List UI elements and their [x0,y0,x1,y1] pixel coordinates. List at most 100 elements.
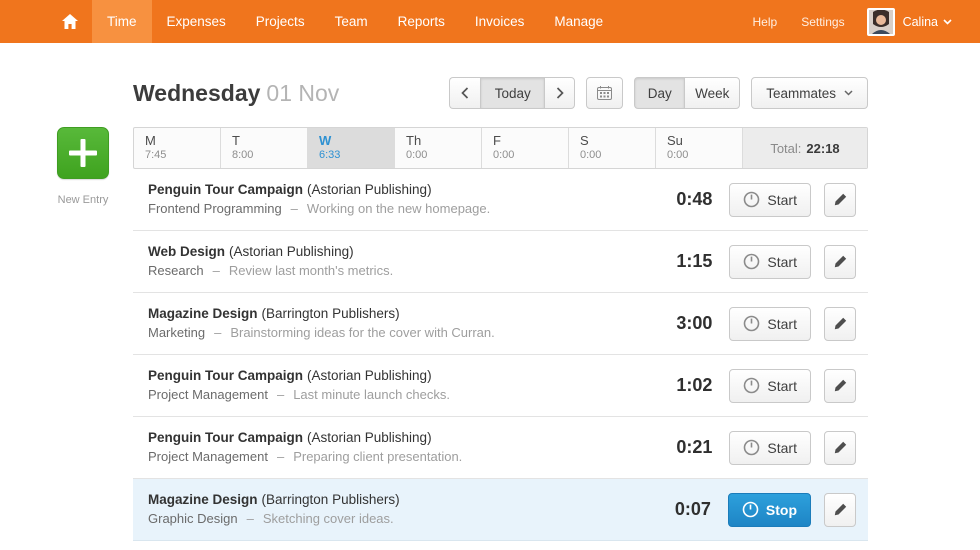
edit-entry-button[interactable] [824,306,856,341]
entry-task: Graphic Design [148,511,238,526]
day-tab-thursday[interactable]: Th 0:00 [395,128,482,168]
timer-icon [742,501,759,518]
pencil-icon [834,441,847,454]
entry-duration: 3:00 [676,313,713,333]
week-total: Total: 22:18 [743,128,867,168]
day-tab-saturday[interactable]: S 0:00 [569,128,656,168]
user-avatar[interactable] [866,7,895,36]
time-entry-row: Magazine Design (Barrington Publishers) M… [133,293,868,355]
entry-duration: 1:02 [676,375,713,395]
week-toggle-button[interactable]: Week [684,77,741,109]
nav-item-reports[interactable]: Reports [383,0,460,43]
day-letter: Th [406,133,422,148]
edit-entry-button[interactable] [824,368,856,403]
pencil-icon [834,193,847,206]
day-week-toggle: Day Week [634,77,741,109]
new-entry-button[interactable] [57,127,109,179]
nav-item-expenses[interactable]: Expenses [152,0,241,43]
start-label: Start [767,253,797,270]
user-menu[interactable]: Calina [903,15,952,29]
time-entry-row: Penguin Tour Campaign (Astorian Publishin… [133,169,868,231]
teammates-label: Teammates [766,85,836,101]
edit-entry-button[interactable] [824,182,856,217]
start-timer-button[interactable]: Start [729,182,811,217]
entry-separator: – [276,449,285,464]
time-entry-row: Penguin Tour Campaign (Astorian Publishin… [133,355,868,417]
entry-notes: Review last month's metrics. [228,263,394,278]
day-tab-wednesday[interactable]: W 6:33 [308,128,395,168]
timer-icon [743,253,760,270]
day-total: 0:00 [580,149,602,161]
nav-item-manage[interactable]: Manage [539,0,618,43]
edit-entry-button[interactable] [824,492,856,527]
day-letter: S [580,133,589,148]
entry-notes: Preparing client presentation. [293,449,463,464]
today-button[interactable]: Today [480,77,545,109]
edit-entry-button[interactable] [824,430,856,465]
start-timer-button[interactable]: Start [729,368,811,403]
time-entry-row: Penguin Tour Campaign (Astorian Publishin… [133,417,868,479]
timer-icon [743,377,760,394]
day-tab-friday[interactable]: F 0:00 [482,128,569,168]
nav-item-time[interactable]: Time [92,0,152,43]
new-entry-block: New Entry [57,127,109,206]
nav-item-projects[interactable]: Projects [241,0,320,43]
entry-text: Magazine Design (Barrington Publishers) G… [148,491,649,528]
entry-text: Penguin Tour Campaign (Astorian Publishin… [148,429,650,466]
start-label: Start [767,377,797,394]
settings-link[interactable]: Settings [789,15,856,29]
home-icon [62,14,78,29]
entry-task: Project Management [148,387,268,402]
edit-entry-button[interactable] [824,244,856,279]
top-nav: Time Expenses Projects Team Reports Invo… [0,0,980,43]
entry-separator: – [290,201,298,216]
start-timer-button[interactable]: Start [729,430,811,465]
start-label: Start [767,439,797,456]
stop-timer-button[interactable]: Stop [727,492,811,527]
week-strip: M 7:45 T 8:00 W 6:33 Th 0:00 F 0:00 S 0:… [133,127,868,169]
entry-client: (Barrington Publishers) [261,306,400,321]
date-pager: Today [449,77,576,109]
entry-separator: – [246,511,254,526]
day-tab-monday[interactable]: M 7:45 [134,128,221,168]
day-letter: Su [667,133,683,148]
entry-text: Magazine Design (Barrington Publishers) M… [148,305,650,342]
day-name: Wednesday [133,79,261,106]
entry-notes: Working on the new homepage. [306,201,491,216]
calendar-button[interactable] [586,77,624,109]
day-total: 0:00 [493,149,515,161]
date-label: 01 Nov [266,79,340,106]
total-label: Total: [770,140,802,156]
day-letter: M [145,133,156,148]
entry-text: Web Design (Astorian Publishing) Research… [148,243,650,280]
start-timer-button[interactable]: Start [729,306,811,341]
next-day-button[interactable] [544,77,576,109]
entry-project: Magazine Design [148,306,258,321]
home-button[interactable] [48,0,92,43]
day-toggle-button[interactable]: Day [634,77,685,109]
entry-client: (Astorian Publishing) [307,182,432,197]
entry-duration: 1:15 [676,251,713,271]
teammates-dropdown[interactable]: Teammates [751,77,868,109]
time-entry-row: Web Design (Astorian Publishing) Research… [133,231,868,293]
day-tab-sunday[interactable]: Su 0:00 [656,128,743,168]
time-entry-row-running: Magazine Design (Barrington Publishers) G… [133,479,868,541]
nav-item-team[interactable]: Team [320,0,383,43]
day-total: 0:00 [406,149,428,161]
prev-day-button[interactable] [449,77,481,109]
entry-notes: Brainstorming ideas for the cover with C… [230,325,495,340]
entry-task: Project Management [148,449,268,464]
day-total: 0:00 [667,149,689,161]
timer-icon [743,191,760,208]
day-tab-tuesday[interactable]: T 8:00 [221,128,308,168]
help-link[interactable]: Help [741,15,790,29]
start-timer-button[interactable]: Start [729,244,811,279]
header-controls: Today Day Week Teammates [449,77,868,109]
header-row: Wednesday 01 Nov Today Day Week Teammate… [133,76,868,110]
entry-notes: Sketching cover ideas. [262,511,394,526]
nav-right: Help Settings Calina [741,0,980,43]
entry-separator: – [214,325,222,340]
entry-client: (Astorian Publishing) [229,244,354,259]
timer-icon [743,315,760,332]
nav-item-invoices[interactable]: Invoices [460,0,540,43]
